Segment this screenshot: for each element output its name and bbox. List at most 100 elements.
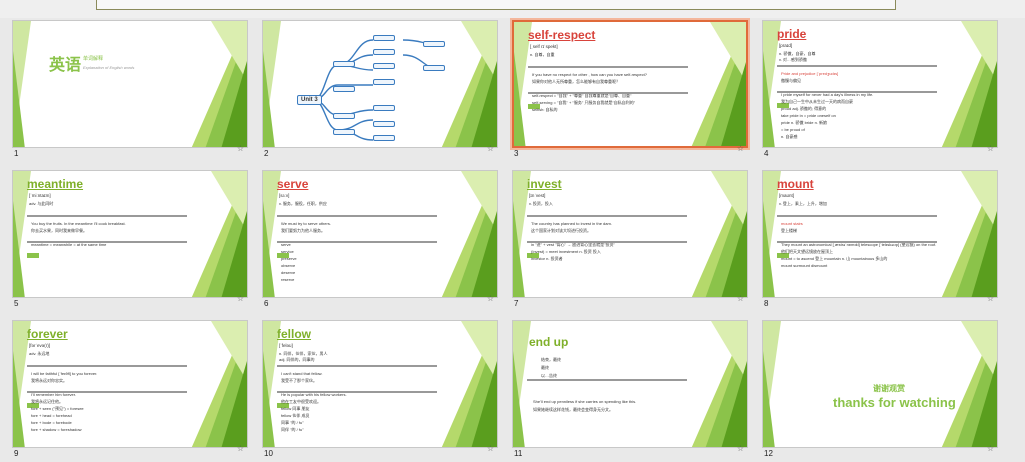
example-line: n. 自豪感 — [781, 134, 798, 139]
definition: adv. 永远地 — [29, 351, 50, 356]
slide-star-icon[interactable]: ☆ — [487, 144, 494, 153]
green-decoration-right — [941, 171, 997, 297]
slide-star-icon[interactable]: ☆ — [737, 144, 744, 153]
slide-number: 6 — [264, 299, 269, 308]
mindmap-node — [373, 135, 395, 141]
slide-canvas[interactable]: forever [fərˈevə(r)] adv. 永远地 I will be fai… — [12, 320, 248, 448]
green-decoration-right — [691, 171, 747, 297]
example-line: 最终 — [541, 365, 549, 370]
divider — [777, 215, 937, 217]
phonetic: [praɪd] — [779, 43, 793, 48]
slide-star-icon[interactable]: ☆ — [987, 444, 994, 453]
slide-canvas[interactable]: pride [praɪd] n. 骄傲，自豪，自尊 v. 对…感到骄傲 Pride an… — [762, 20, 998, 148]
slide-canvas[interactable]: fellow [ˈfeləʊ] n. 同伴，伙伴，家伙，男人 adj. 同伴的，同事的… — [262, 320, 498, 448]
slide-star-icon[interactable]: ☆ — [737, 444, 744, 453]
mindmap-node — [373, 35, 395, 41]
phonetic: [ˈfeləʊ] — [279, 343, 293, 348]
mindmap-node — [373, 79, 395, 85]
green-decoration-right — [941, 321, 997, 447]
example-line: fore + bode = forebode — [31, 420, 72, 425]
slide-canvas[interactable]: 英语 单词解释 Explanation of English words — [12, 20, 248, 148]
cover-subtitle: 单词解释 — [83, 56, 104, 62]
slide-thumbnail[interactable]: forever [fərˈevə(r)] adv. 永远地 I will be fai… — [12, 320, 248, 460]
divider — [27, 241, 187, 243]
mindmap-node — [333, 113, 355, 119]
example-line: mount surmount dismount — [781, 263, 828, 268]
slide-star-icon[interactable]: ☆ — [737, 294, 744, 303]
divider — [277, 365, 437, 367]
slide-thumbnail[interactable]: meantime [ˈmiːntaɪm] adv. 与此同时 You buy the … — [12, 170, 248, 310]
slide-thumbnail[interactable]: end up 结束，最终 最终 以…告终 She'll end up penniless… — [512, 320, 748, 460]
slide-title: meantime — [27, 177, 84, 191]
phonetic: [ɪnˈvest] — [529, 193, 546, 198]
slide-star-icon[interactable]: ☆ — [237, 144, 244, 153]
example-line: 同事 "的 / fu" — [281, 420, 304, 425]
definition: v. 登上，乘上，上升，增加 — [779, 201, 827, 206]
mindmap-node — [423, 65, 445, 71]
mindmap-center: Unit 3 — [297, 95, 322, 105]
example-line: 我将永远记住他。 — [31, 399, 63, 404]
slide-thumbnail[interactable]: 谢谢观赏 thanks for watching 12 ☆ — [762, 320, 998, 460]
example-label — [27, 253, 39, 258]
slide-number: 5 — [14, 299, 19, 308]
slide-canvas[interactable]: serve [sɜːv] v. 服务，服役，任职，供应 We must try to … — [262, 170, 498, 298]
phonetic: [maʊnt] — [779, 193, 795, 198]
slide-number: 7 — [514, 299, 519, 308]
green-decoration-right — [941, 21, 997, 147]
mindmap-node — [333, 129, 355, 135]
green-decoration-right — [690, 22, 746, 146]
example-line: selfish: 自私的 — [532, 107, 558, 112]
example-line: fore + head = forehead — [31, 413, 72, 418]
slide-star-icon[interactable]: ☆ — [487, 294, 494, 303]
slide-number: 11 — [514, 449, 523, 458]
example-line: 傲慢与偏见 — [781, 78, 801, 83]
slide-number: 8 — [764, 299, 769, 308]
slide-thumbnail[interactable]: Unit 3 2 ☆ — [262, 20, 498, 160]
slide-thumbnail[interactable]: self-respect [ˌself rɪˈspekt] n. 自尊，自重 If y… — [512, 20, 748, 160]
slide-thumbnail[interactable]: mount [maʊnt] v. 登上，乘上，上升，增加 mount stairs 登上… — [762, 170, 998, 310]
thanks-cn: 谢谢观赏 — [873, 384, 905, 393]
example-line: investor n. 投资者 — [531, 256, 563, 261]
slide-number: 9 — [14, 449, 19, 458]
example-line: Pride and prejudice [ˈpredʒudɪs] — [781, 71, 839, 76]
example-line: fellow 同事 朋友 — [281, 406, 310, 411]
phonetic: [ˈmiːntaɪm] — [29, 193, 51, 198]
slide-canvas[interactable]: Unit 3 — [262, 20, 498, 148]
slide-number: 3 — [514, 149, 519, 158]
example-line: 你去买水果，同时我来做早餐。 — [31, 228, 87, 233]
example-line: fellow 伙伴 成员 — [281, 413, 310, 418]
slide-number: 4 — [764, 149, 769, 158]
example-line: 他们把天文望远镜放在屋顶上 — [781, 249, 833, 254]
divider — [27, 391, 187, 393]
green-decoration-left — [13, 21, 35, 147]
slide-title: serve — [277, 177, 309, 191]
slide-thumbnail[interactable]: fellow [ˈfeləʊ] n. 同伴，伙伴，家伙，男人 adj. 同伴的，同事的… — [262, 320, 498, 460]
divider — [528, 66, 688, 68]
slide-star-icon[interactable]: ☆ — [987, 294, 994, 303]
example-line: You buy the fruits. In the meantime I'll… — [31, 221, 126, 226]
mindmap-node — [333, 86, 355, 92]
slide-number: 10 — [264, 449, 273, 458]
slide-star-icon[interactable]: ☆ — [237, 294, 244, 303]
slide-thumbnail[interactable]: pride [praɪd] n. 骄傲，自豪，自尊 v. 对…感到骄傲 Pride an… — [762, 20, 998, 160]
slide-thumbnail[interactable]: serve [sɜːv] v. 服务，服役，任职，供应 We must try to … — [262, 170, 498, 310]
slide-canvas[interactable]: end up 结束，最终 最终 以…告终 She'll end up penniless… — [512, 320, 748, 448]
slide-canvas[interactable]: self-respect [ˌself rɪˈspekt] n. 自尊，自重 If y… — [512, 20, 748, 148]
slide-canvas[interactable]: 谢谢观赏 thanks for watching — [762, 320, 998, 448]
slide-title: forever — [27, 327, 68, 341]
example-line: 如果她继续这样花钱，最终会变得身无分文。 — [533, 407, 613, 412]
example-line: If you have no respect for other , how c… — [532, 72, 647, 77]
example-line: 如果你对他人无所尊重，怎么能够有自我尊重呢？ — [532, 79, 620, 84]
slide-star-icon[interactable]: ☆ — [237, 444, 244, 453]
slide-canvas[interactable]: meantime [ˈmiːntaɪm] adv. 与此同时 You buy the … — [12, 170, 248, 298]
slide-thumbnail[interactable]: invest [ɪnˈvest] v. 投资，投入 The country has p… — [512, 170, 748, 310]
example-line: pride n. 骄傲 bride n. 新娘 — [781, 120, 828, 125]
slide-canvas[interactable]: invest [ɪnˈvest] v. 投资，投入 The country has p… — [512, 170, 748, 298]
slide-canvas[interactable]: mount [maʊnt] v. 登上，乘上，上升，增加 mount stairs 登上… — [762, 170, 998, 298]
example-line: 登上楼梯 — [781, 228, 797, 233]
mindmap-node — [373, 63, 395, 69]
slide-star-icon[interactable]: ☆ — [487, 444, 494, 453]
slide-star-icon[interactable]: ☆ — [987, 144, 994, 153]
definition: v. 投资，投入 — [529, 201, 553, 206]
slide-thumbnail[interactable]: 英语 单词解释 Explanation of English words 1 ☆ — [12, 20, 248, 160]
